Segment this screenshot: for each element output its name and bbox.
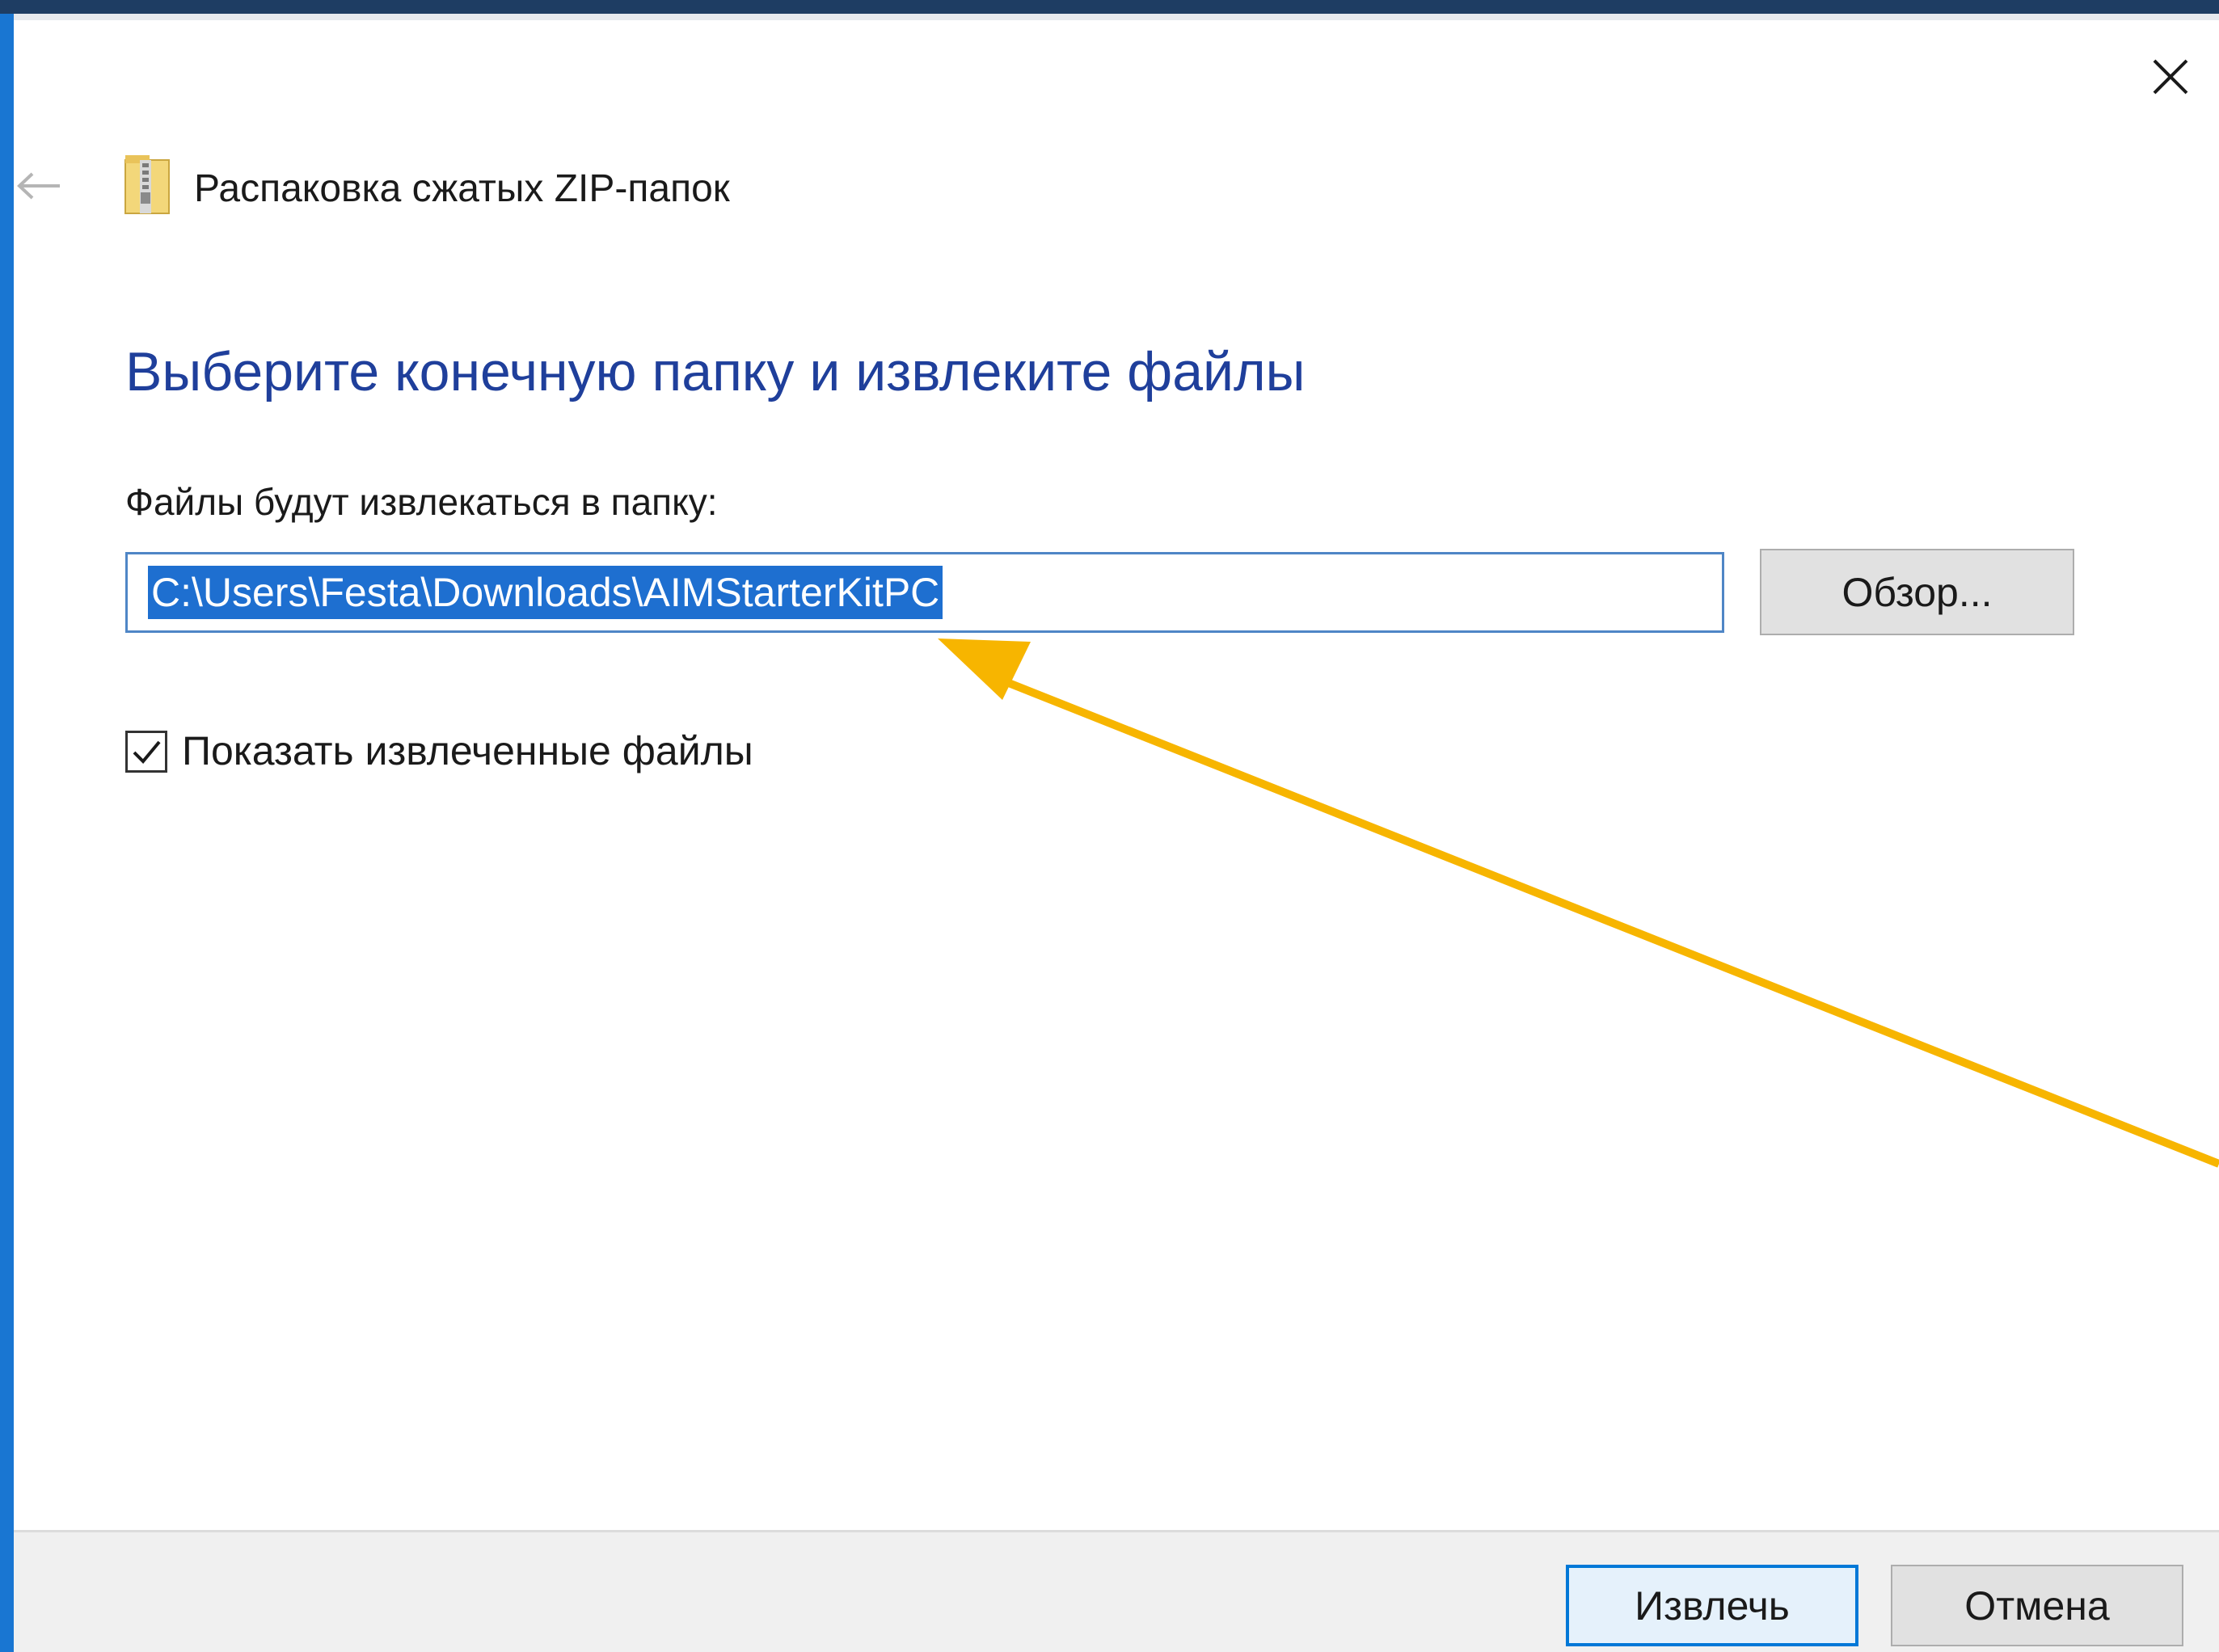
checkmark-icon <box>133 740 161 764</box>
annotation-arrow-head <box>938 638 1031 700</box>
window-top-divider <box>14 14 2219 20</box>
close-icon <box>2153 59 2188 95</box>
back-button[interactable] <box>14 160 64 212</box>
window-top-border <box>0 0 2219 14</box>
destination-path-input[interactable]: C:\Users\Festa\Downloads\AIMStarterKitPC <box>125 552 1724 633</box>
extract-button[interactable]: Извлечь <box>1566 1565 1858 1646</box>
close-button[interactable] <box>2133 47 2208 107</box>
dialog-footer <box>14 1530 2219 1652</box>
window-title: Распаковка сжатых ZIP-папок <box>194 167 730 210</box>
page-title: Выберите конечную папку и извлеките файл… <box>125 341 1306 402</box>
destination-path-value: C:\Users\Festa\Downloads\AIMStarterKitPC <box>148 566 943 619</box>
window-left-border <box>0 0 14 1652</box>
show-extracted-files-label[interactable]: Показать извлеченные файлы <box>182 725 753 777</box>
annotation-arrow-overlay <box>938 638 2219 1168</box>
annotation-arrow-line <box>977 667 2219 1168</box>
cancel-button[interactable]: Отмена <box>1891 1565 2183 1646</box>
back-arrow-icon <box>17 172 60 200</box>
show-extracted-files-checkbox[interactable] <box>125 731 167 773</box>
browse-button[interactable]: Обзор... <box>1760 549 2074 635</box>
destination-path-label: Файлы будут извлекаться в папку: <box>125 481 718 523</box>
zip-folder-icon <box>124 155 170 214</box>
